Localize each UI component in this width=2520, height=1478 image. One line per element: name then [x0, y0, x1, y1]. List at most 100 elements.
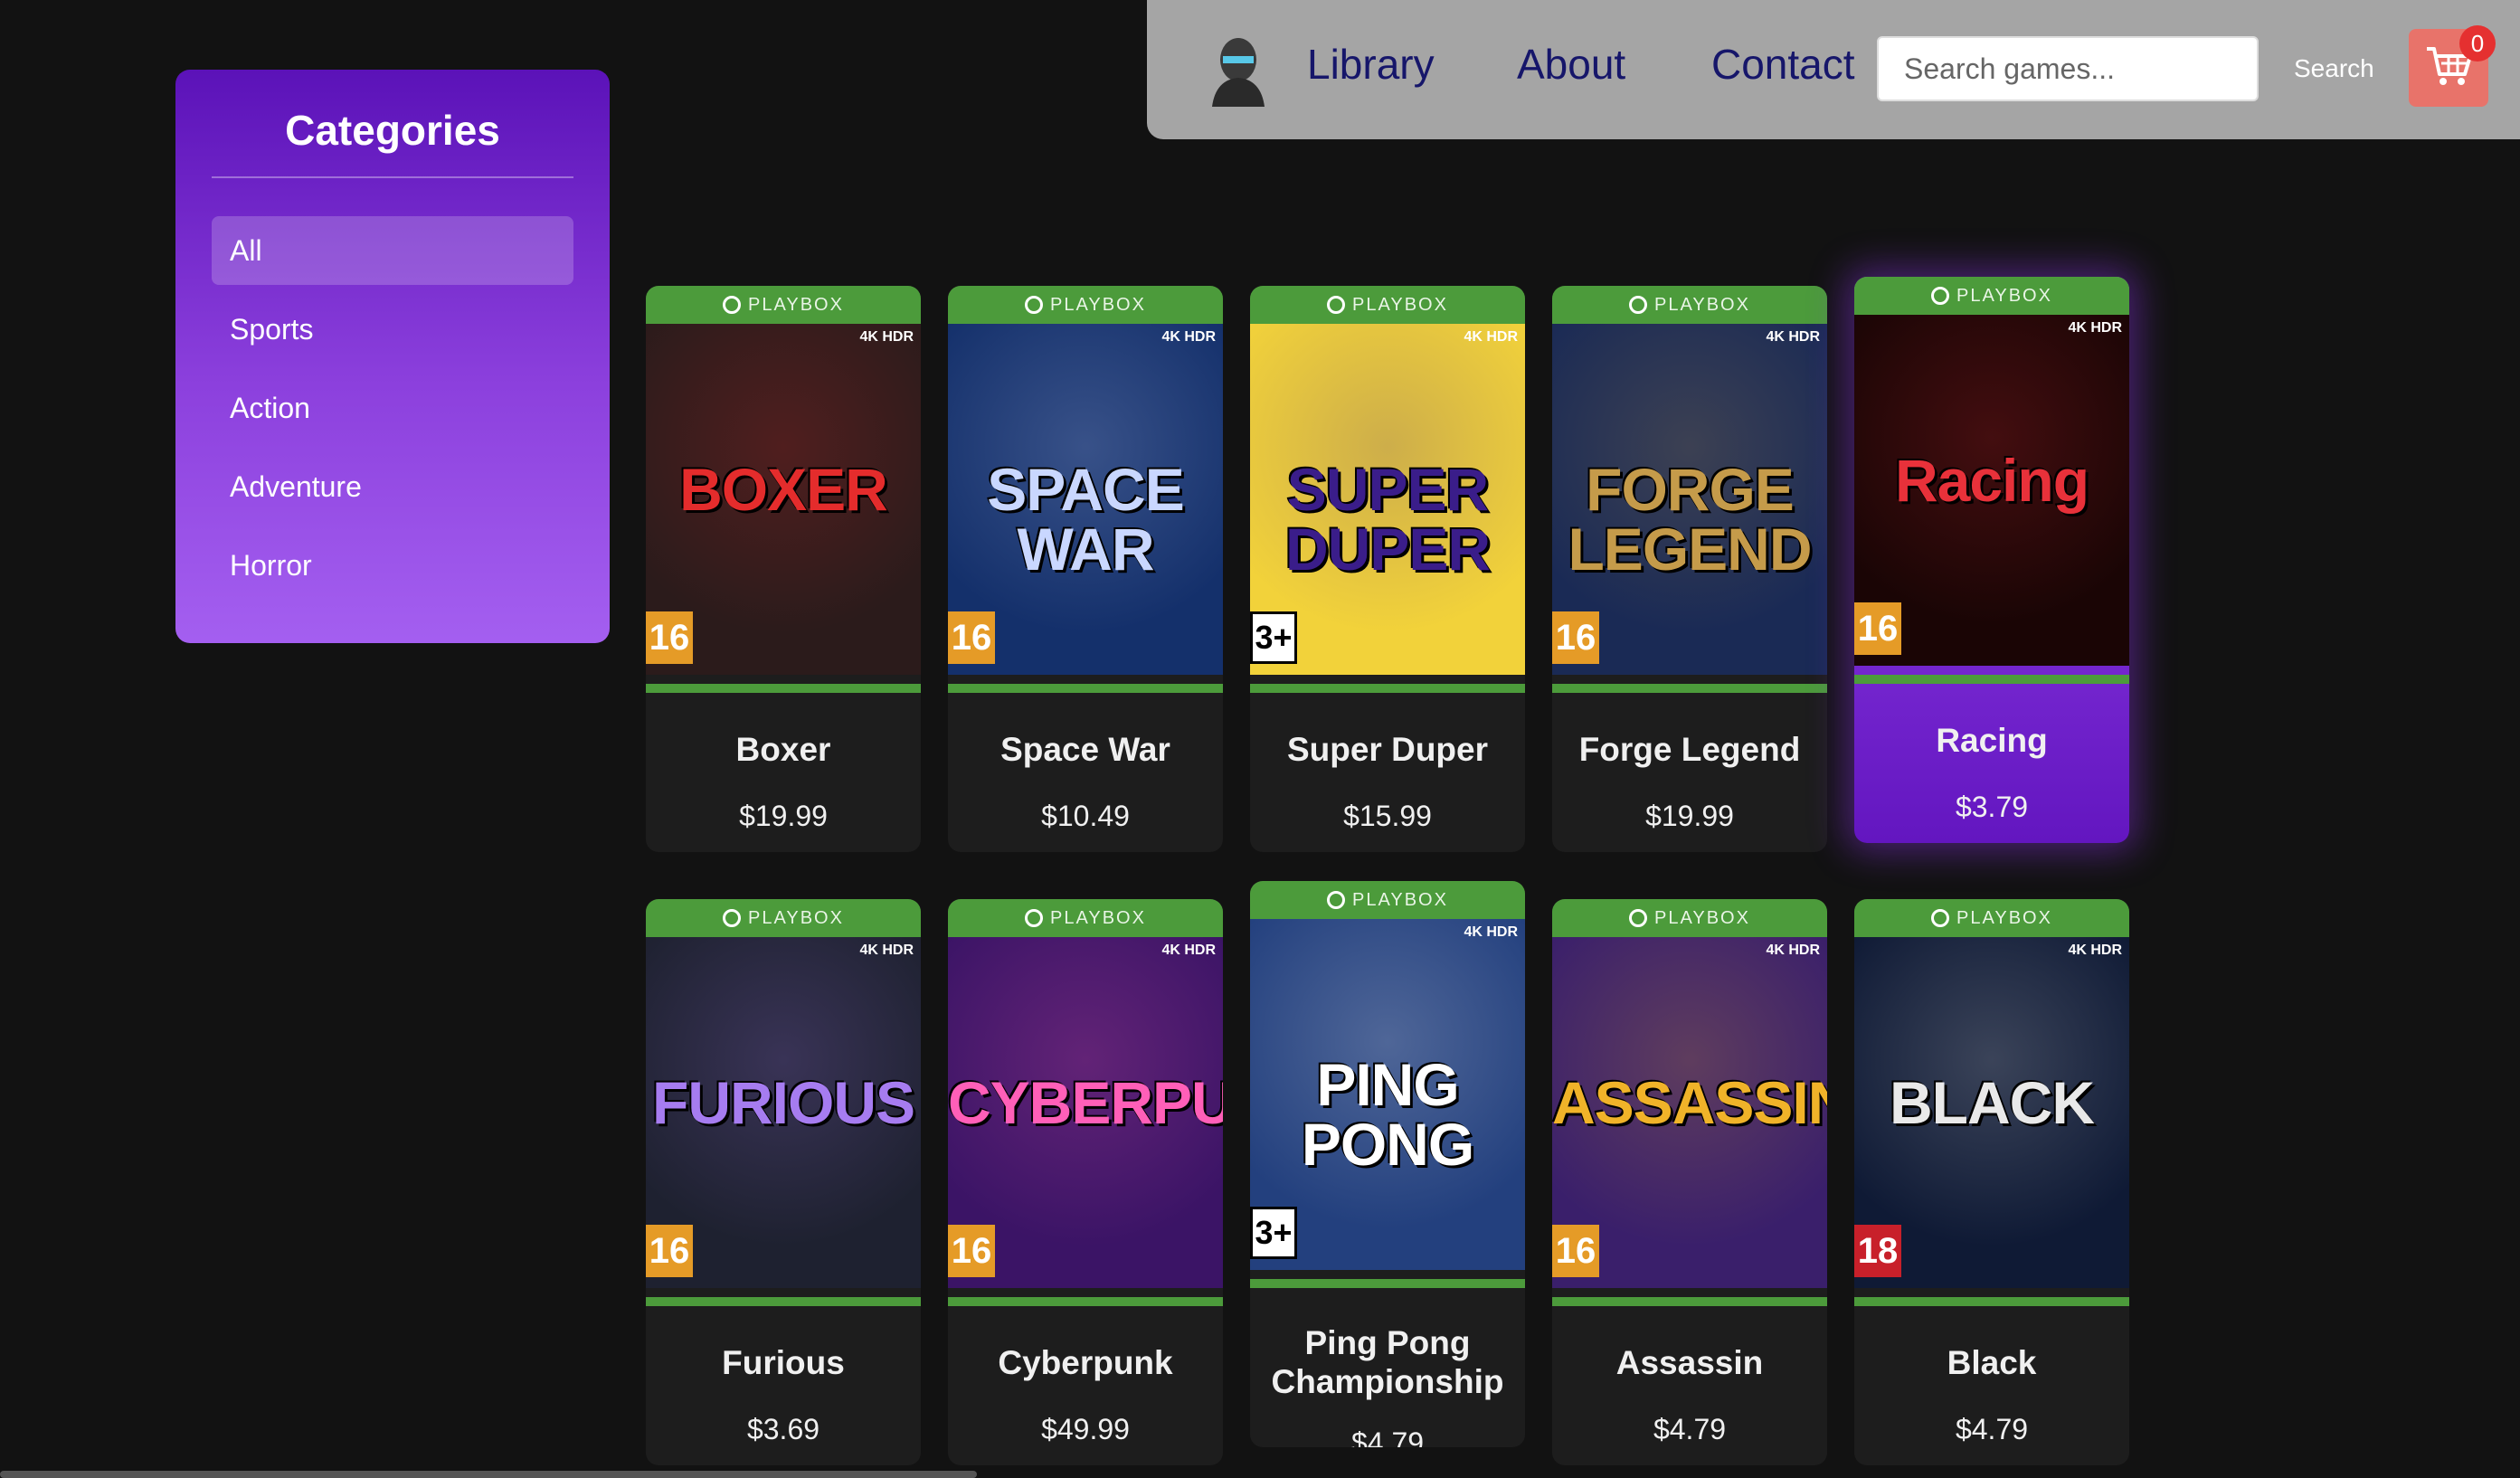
game-price: $15.99	[1343, 800, 1432, 832]
cover-art: 4K HDR FURIOUS 16	[646, 937, 921, 1288]
game-card[interactable]: PLAYBOX 4K HDR SPACE WAR 16 Space War $1…	[948, 286, 1223, 852]
platform-bar: PLAYBOX	[948, 899, 1223, 937]
hdr-badge: 4K HDR	[1464, 329, 1518, 345]
playbox-logo-icon	[1931, 287, 1950, 305]
age-rating: 3+	[1250, 611, 1297, 664]
cover-art: 4K HDR ASSASSIN 16	[1552, 937, 1827, 1288]
age-rating: 3+	[1250, 1207, 1297, 1259]
game-cover: PLAYBOX 4K HDR BOXER 16	[646, 286, 921, 684]
age-rating: 18	[1854, 1225, 1901, 1277]
cover-divider	[948, 1297, 1223, 1306]
playbox-logo-icon	[1025, 296, 1044, 314]
game-card[interactable]: PLAYBOX 4K HDR BLACK 18 Black $4.79	[1854, 899, 2129, 1465]
hdr-badge: 4K HDR	[1464, 924, 1518, 940]
game-title: Furious	[722, 1344, 845, 1381]
game-card[interactable]: PLAYBOX 4K HDR SUPER DUPER 3+ Super Dupe…	[1250, 286, 1525, 852]
game-title: Racing	[1936, 722, 2048, 759]
site-logo[interactable]	[1203, 33, 1274, 107]
hdr-badge: 4K HDR	[1161, 943, 1216, 958]
hdr-badge: 4K HDR	[2068, 320, 2122, 336]
playbox-logo-icon	[1327, 891, 1346, 909]
category-all[interactable]: All	[212, 216, 573, 285]
nav-about[interactable]: About	[1517, 40, 1625, 89]
game-cover: PLAYBOX 4K HDR FORGE LEGEND 16	[1552, 286, 1827, 684]
sidebar-title: Categories	[212, 106, 573, 178]
platform-bar: PLAYBOX	[1250, 881, 1525, 919]
cover-art: 4K HDR Racing 16	[1854, 315, 2129, 666]
top-navbar: Library About Contact Search 0	[1147, 0, 2520, 139]
game-card[interactable]: PLAYBOX 4K HDR CYBERPUNK 16 Cyberpunk $4…	[948, 899, 1223, 1465]
hdr-badge: 4K HDR	[2068, 943, 2122, 958]
category-list: All Sports Action Adventure Horror	[212, 216, 573, 600]
hdr-badge: 4K HDR	[859, 329, 914, 345]
platform-label: PLAYBOX	[748, 294, 844, 315]
game-price: $49.99	[1041, 1413, 1130, 1445]
hdr-badge: 4K HDR	[1161, 329, 1216, 345]
platform-label: PLAYBOX	[1956, 907, 2052, 928]
horizontal-scrollbar[interactable]	[0, 1471, 977, 1478]
cover-art: 4K HDR BOXER 16	[646, 324, 921, 675]
game-cover: PLAYBOX 4K HDR BLACK 18	[1854, 899, 2129, 1297]
search-button[interactable]: Search	[2287, 45, 2382, 92]
cover-art: 4K HDR SUPER DUPER 3+	[1250, 324, 1525, 675]
game-price: $19.99	[739, 800, 828, 832]
hdr-badge: 4K HDR	[1766, 329, 1820, 345]
game-card[interactable]: PLAYBOX 4K HDR BOXER 16 Boxer $19.99	[646, 286, 921, 852]
category-action[interactable]: Action	[212, 374, 573, 442]
game-cover: PLAYBOX 4K HDR CYBERPUNK 16	[948, 899, 1223, 1297]
age-rating: 16	[948, 1225, 995, 1277]
platform-bar: PLAYBOX	[1552, 286, 1827, 324]
cover-divider	[646, 684, 921, 693]
playbox-logo-icon	[1629, 909, 1648, 927]
game-title: Forge Legend	[1578, 731, 1801, 768]
categories-sidebar: Categories All Sports Action Adventure H…	[175, 70, 610, 643]
game-card[interactable]: PLAYBOX 4K HDR PING PONG 3+ Ping Pong Ch…	[1250, 881, 1525, 1447]
age-rating: 16	[646, 611, 693, 664]
game-cover: PLAYBOX 4K HDR SPACE WAR 16	[948, 286, 1223, 684]
hdr-badge: 4K HDR	[1766, 943, 1820, 958]
cover-art: 4K HDR BLACK 18	[1854, 937, 2129, 1288]
cover-art: 4K HDR CYBERPUNK 16	[948, 937, 1223, 1288]
platform-bar: PLAYBOX	[1552, 899, 1827, 937]
game-title: Super Duper	[1286, 731, 1489, 768]
platform-label: PLAYBOX	[1352, 889, 1448, 910]
game-price: $19.99	[1645, 800, 1734, 832]
game-card[interactable]: PLAYBOX 4K HDR Racing 16 Racing $3.79	[1854, 277, 2129, 843]
game-price: $4.79	[1653, 1413, 1727, 1445]
platform-bar: PLAYBOX	[948, 286, 1223, 324]
game-card[interactable]: PLAYBOX 4K HDR ASSASSIN 16 Assassin $4.7…	[1552, 899, 1827, 1465]
cover-divider	[948, 684, 1223, 693]
nav-contact[interactable]: Contact	[1711, 40, 1855, 89]
platform-bar: PLAYBOX	[1250, 286, 1525, 324]
game-price: $3.79	[1955, 791, 2029, 823]
cover-divider	[1552, 684, 1827, 693]
age-rating: 16	[948, 611, 995, 664]
hdr-badge: 4K HDR	[859, 943, 914, 958]
age-rating: 16	[1552, 611, 1599, 664]
nav-library[interactable]: Library	[1307, 40, 1435, 89]
playbox-logo-icon	[1327, 296, 1346, 314]
game-title: Boxer	[735, 731, 831, 768]
cart-button[interactable]: 0	[2409, 25, 2496, 107]
cover-title: FURIOUS	[652, 1069, 915, 1136]
game-card[interactable]: PLAYBOX 4K HDR FURIOUS 16 Furious $3.69	[646, 899, 921, 1465]
cover-divider	[1552, 1297, 1827, 1306]
cover-title: BOXER	[679, 456, 888, 523]
category-adventure[interactable]: Adventure	[212, 452, 573, 521]
game-title: Assassin	[1615, 1344, 1764, 1381]
category-sports[interactable]: Sports	[212, 295, 573, 364]
game-price: $3.69	[746, 1413, 820, 1445]
game-price: $4.79	[1350, 1426, 1425, 1447]
age-rating: 16	[646, 1225, 693, 1277]
playbox-logo-icon	[1629, 296, 1648, 314]
playbox-logo-icon	[723, 909, 742, 927]
game-price: $4.79	[1955, 1413, 2029, 1445]
category-horror[interactable]: Horror	[212, 531, 573, 600]
cover-art: 4K HDR FORGE LEGEND 16	[1552, 324, 1827, 675]
playbox-logo-icon	[1931, 909, 1950, 927]
game-title: Black	[1947, 1344, 2037, 1381]
age-rating: 16	[1854, 602, 1901, 655]
game-card[interactable]: PLAYBOX 4K HDR FORGE LEGEND 16 Forge Leg…	[1552, 286, 1827, 852]
age-rating: 16	[1552, 1225, 1599, 1277]
search-input[interactable]	[1877, 36, 2259, 101]
